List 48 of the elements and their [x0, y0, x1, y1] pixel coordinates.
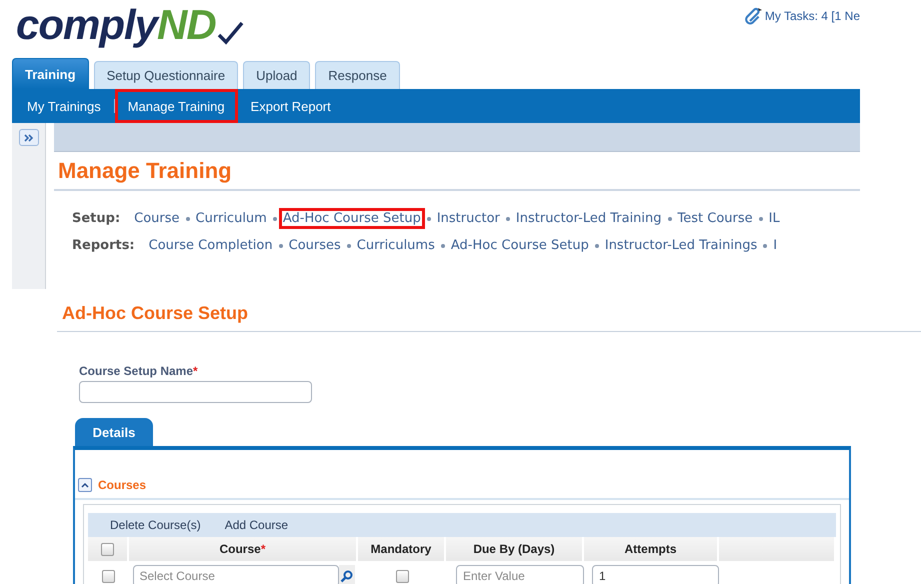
- field-label: Course Setup Name*: [79, 364, 199, 378]
- link[interactable]: Courses: [284, 235, 345, 256]
- tab[interactable]: Details: [75, 418, 153, 446]
- nav-link[interactable]: Export Report: [238, 89, 344, 123]
- expand-button[interactable]: [18, 129, 38, 146]
- collapse-button[interactable]: [78, 478, 92, 492]
- link[interactable]: Course: [130, 208, 184, 229]
- logo: complyND: [16, 0, 244, 46]
- link[interactable]: Instructor: [432, 208, 504, 229]
- tab[interactable]: Training: [12, 58, 89, 89]
- tab[interactable]: Response: [315, 61, 400, 89]
- search-button[interactable]: [338, 565, 354, 584]
- column-header: Course*: [129, 537, 358, 561]
- toolbar-button[interactable]: Delete Course(s): [98, 518, 213, 532]
- toolbar-button[interactable]: Add Course: [212, 518, 300, 532]
- link[interactable]: Instructor-Led Training: [512, 208, 666, 229]
- link[interactable]: Curriculum: [192, 208, 271, 229]
- nav-link[interactable]: Manage Training: [114, 89, 238, 123]
- page-title: Manage Training: [54, 152, 860, 191]
- link[interactable]: Test Course: [674, 208, 757, 229]
- column-header: Attempts: [584, 537, 719, 561]
- row-label: Reports:: [72, 238, 135, 253]
- checkbox[interactable]: [102, 570, 115, 582]
- double-chevron-icon: [22, 132, 34, 142]
- link[interactable]: Instructor-Led Trainings: [600, 235, 762, 256]
- checkbox[interactable]: [396, 570, 408, 582]
- link[interactable]: IL: [764, 208, 784, 229]
- link[interactable]: Ad-Hoc Course Setup: [278, 208, 425, 229]
- form-title: Ad-Hoc Course Setup: [57, 303, 921, 332]
- checkbox[interactable]: [101, 542, 114, 556]
- tab[interactable]: Setup Questionnaire: [94, 61, 238, 89]
- tasks-link[interactable]: My Tasks: 4 [1 Ne: [764, 9, 860, 23]
- course-field[interactable]: Select Course: [132, 565, 338, 584]
- paperclip-icon[interactable]: [744, 6, 764, 26]
- row-label: Setup:: [72, 211, 120, 226]
- column-header: Mandatory: [358, 537, 446, 561]
- chevron-icon: [81, 482, 89, 488]
- due-by-field[interactable]: Enter Value: [456, 565, 584, 584]
- attempts-field[interactable]: 1: [592, 565, 719, 584]
- link[interactable]: Course Completion: [144, 235, 277, 256]
- link[interactable]: Ad-Hoc Course Setup: [446, 235, 593, 256]
- link[interactable]: Curriculums: [352, 235, 439, 256]
- section-title: Courses: [98, 478, 146, 492]
- name-field[interactable]: [79, 381, 312, 403]
- column-header: Due By (Days): [446, 537, 584, 561]
- nav-link[interactable]: My Trainings: [14, 89, 114, 123]
- tab[interactable]: Upload: [243, 61, 310, 89]
- link[interactable]: I: [769, 235, 782, 256]
